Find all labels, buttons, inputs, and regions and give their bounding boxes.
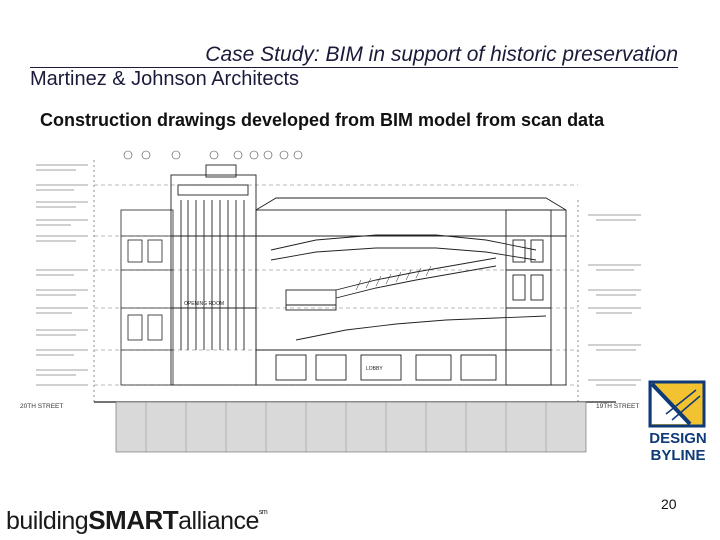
design-byline-word-1: DESIGN (649, 430, 707, 447)
slide-subtitle: Martinez & Johnson Architects (30, 68, 300, 90)
grid-bubbles (123, 150, 303, 160)
bsa-logo-part2: SMART (88, 505, 179, 535)
bsa-logo-mark: sm (258, 509, 268, 516)
opening-room-label: OPENING ROOM (184, 301, 224, 307)
page-number: 20 (661, 496, 677, 512)
drawing-caption: Construction drawings developed from BIM… (40, 110, 605, 130)
slide-title: Case Study: BIM in support of historic p… (205, 43, 678, 66)
street-left-label: 20TH STREET (20, 403, 63, 410)
lobby-label: LOBBY (366, 366, 383, 372)
ground-and-foundation (94, 401, 616, 453)
left-level-annotations (36, 160, 95, 405)
left-wing (120, 209, 174, 386)
buildingsmart-alliance-logo: buildingSMARTalliancesm (6, 505, 268, 536)
building-section-drawing: OPENING ROOM LOBBY 20TH STREET 19TH STRE… (20, 150, 641, 453)
design-byline-word-2: BYLINE (650, 447, 706, 464)
street-right-label: 19TH STREET (596, 403, 639, 410)
slide-title-bar: Case Study: BIM in support of historic p… (30, 40, 678, 68)
right-level-annotations (577, 200, 641, 405)
fly-tower: OPENING ROOM (170, 164, 257, 386)
auditorium-section: LOBBY (255, 197, 567, 386)
bsa-logo-part3: alliance (178, 507, 259, 535)
bsa-logo-part1: building (6, 507, 89, 535)
